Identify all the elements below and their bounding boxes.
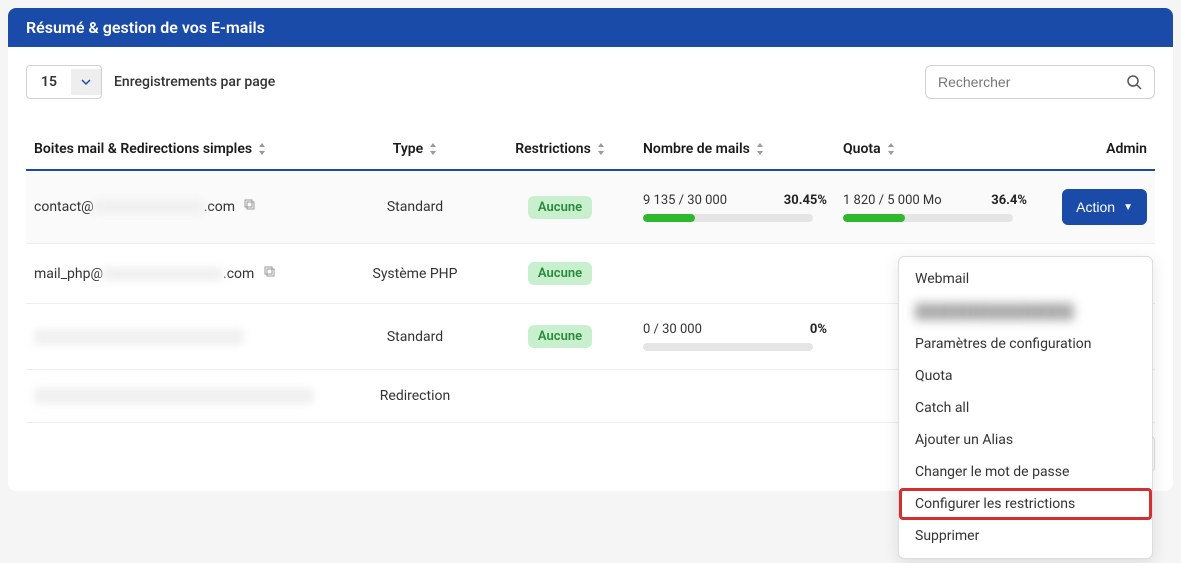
email-cell: contact@.com xyxy=(26,170,345,244)
page-size-label: Enregistrements par page xyxy=(114,74,275,90)
panel-title: Résumé & gestion de vos E-mails xyxy=(8,8,1173,47)
table-row: contact@.com Standard Aucune 9 135 / 30 … xyxy=(26,170,1155,244)
dropdown-webmail[interactable]: Webmail xyxy=(899,263,1152,295)
sort-icon xyxy=(887,143,895,155)
copy-icon[interactable] xyxy=(244,199,256,215)
col-mail-count[interactable]: Nombre de mails xyxy=(635,129,835,170)
page-size-value: 15 xyxy=(27,66,71,98)
search-input[interactable] xyxy=(938,74,1126,90)
restriction-badge: Aucune xyxy=(528,325,592,348)
mails-usage: 0 / 30 0000% xyxy=(643,322,827,351)
copy-icon[interactable] xyxy=(264,266,276,282)
search-box[interactable] xyxy=(925,65,1155,99)
email-cell: mail_php@.com xyxy=(26,244,345,304)
dropdown-catchall[interactable]: Catch all xyxy=(899,392,1152,424)
email-cell xyxy=(26,370,345,423)
search-icon xyxy=(1126,74,1142,90)
sort-icon xyxy=(258,143,266,155)
mails-usage: 9 135 / 30 00030.45% xyxy=(643,193,827,222)
sort-icon xyxy=(429,143,437,155)
sort-icon xyxy=(597,143,605,155)
toolbar: 15 Enregistrements par page xyxy=(26,65,1155,99)
type-cell: Redirection xyxy=(345,370,485,423)
col-mailboxes[interactable]: Boites mail & Redirections simples xyxy=(26,129,345,170)
quota-usage: 1 820 / 5 000 Mo36.4% xyxy=(843,193,1027,222)
sort-icon xyxy=(756,143,764,155)
col-quota[interactable]: Quota xyxy=(835,129,1035,170)
action-dropdown: Webmail ████████████████ Paramètres de c… xyxy=(898,256,1153,559)
dropdown-restrictions[interactable]: Configurer les restrictions xyxy=(899,488,1152,520)
toolbar-left: 15 Enregistrements par page xyxy=(26,65,275,99)
dropdown-blurred[interactable]: ████████████████ xyxy=(899,295,1152,328)
col-restrictions[interactable]: Restrictions xyxy=(485,129,635,170)
dropdown-delete[interactable]: Supprimer xyxy=(899,520,1152,552)
restriction-badge: Aucune xyxy=(528,196,592,219)
dropdown-quota[interactable]: Quota xyxy=(899,360,1152,392)
chevron-down-icon xyxy=(71,69,101,95)
col-type[interactable]: Type xyxy=(345,129,485,170)
page-size-select[interactable]: 15 xyxy=(26,65,102,99)
email-panel: Résumé & gestion de vos E-mails 15 Enreg… xyxy=(8,8,1173,491)
col-admin: Admin xyxy=(1035,129,1155,170)
type-cell: Standard xyxy=(345,170,485,244)
dropdown-password[interactable]: Changer le mot de passe xyxy=(899,456,1152,488)
dropdown-alias[interactable]: Ajouter un Alias xyxy=(899,424,1152,456)
caret-down-icon: ▼ xyxy=(1123,202,1133,213)
type-cell: Standard xyxy=(345,304,485,370)
action-button[interactable]: Action▼ xyxy=(1062,189,1147,225)
restriction-badge: Aucune xyxy=(528,262,592,285)
email-cell xyxy=(26,304,345,370)
dropdown-config[interactable]: Paramètres de configuration xyxy=(899,328,1152,360)
type-cell: Système PHP xyxy=(345,244,485,304)
